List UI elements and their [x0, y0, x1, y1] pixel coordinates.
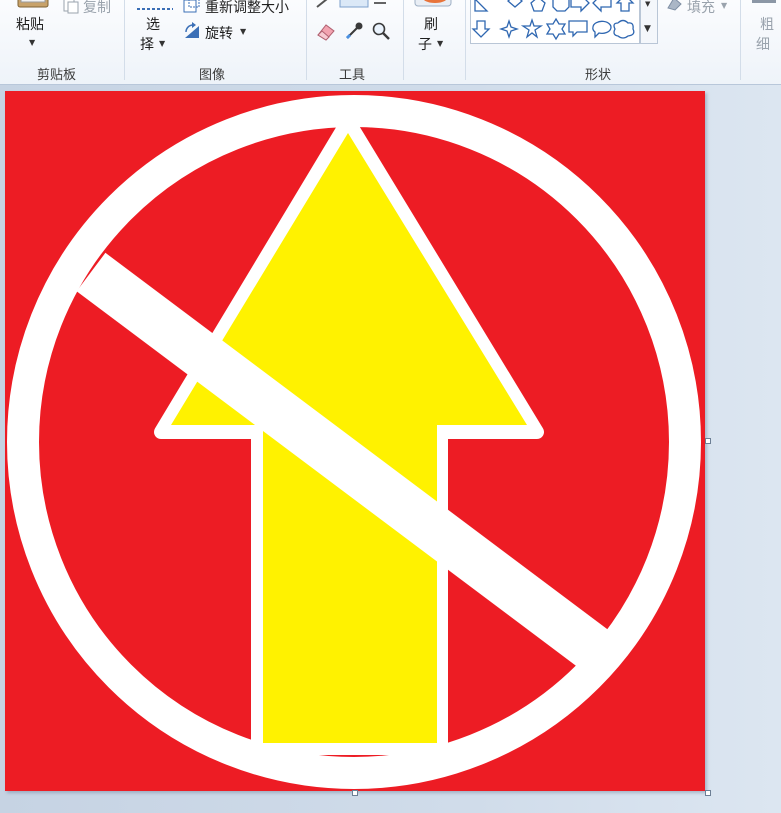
rectangular-callout-shape-icon	[568, 20, 588, 38]
oval-callout-shape-icon	[592, 20, 612, 39]
left-arrow-shape-icon	[592, 0, 612, 13]
gallery-up-caret[interactable]: ▼	[645, 0, 650, 8]
canvas-resize-handle-corner[interactable]	[705, 790, 711, 796]
size-button-line1[interactable]: 粗	[760, 14, 774, 34]
right-arrow-shape-icon	[570, 0, 590, 13]
fill-icon[interactable]	[664, 0, 684, 16]
fill-button[interactable]: 填充	[687, 0, 715, 17]
pencil-icon[interactable]	[315, 0, 331, 13]
five-point-star-shape-icon	[520, 17, 544, 39]
paste-icon[interactable]	[16, 0, 50, 13]
gallery-more-icon[interactable]: ▼	[644, 24, 651, 34]
text-tool-icon[interactable]	[372, 0, 388, 13]
size-button-line2[interactable]: 细	[756, 34, 770, 54]
canvas-resize-handle-right[interactable]	[705, 438, 711, 444]
six-point-star-shape-icon	[545, 17, 567, 41]
brush-dropdown-caret[interactable]: ▼	[437, 39, 443, 48]
copy-button[interactable]: 复制	[83, 0, 111, 17]
brush-icon[interactable]	[413, 0, 453, 12]
clipboard-group-label: 剪贴板	[37, 68, 77, 83]
image-group-label: 图像	[199, 68, 226, 83]
group-separator	[465, 0, 466, 80]
prohibition-sign-drawing	[5, 91, 705, 791]
group-separator	[740, 0, 741, 80]
size-icon[interactable]	[750, 0, 778, 13]
select-dropdown-caret[interactable]: ▼	[159, 39, 165, 48]
ribbon: 粘贴 ▼ 复制 剪贴板 选 择 ▼ 重新调整大小 旋转 ▼ 图像 工具 刷 子 …	[0, 0, 781, 85]
shapes-gallery-scrollbar[interactable]: ▼ ▼	[640, 0, 658, 44]
group-separator	[403, 0, 404, 80]
shapes-gallery[interactable]	[470, 0, 640, 44]
drawing-canvas[interactable]	[5, 91, 705, 791]
select-button-line2[interactable]: 择	[140, 34, 154, 54]
up-arrow-shape-icon	[615, 0, 635, 12]
group-separator	[124, 0, 125, 80]
eraser-icon[interactable]	[316, 21, 336, 45]
resize-icon[interactable]	[183, 0, 201, 18]
tools-group-label: 工具	[339, 68, 366, 83]
resize-button[interactable]: 重新调整大小	[205, 0, 289, 17]
paste-dropdown-caret[interactable]: ▼	[29, 38, 35, 47]
rotate-button[interactable]: 旋转	[205, 23, 233, 43]
canvas-resize-handle-bottom[interactable]	[352, 790, 358, 796]
shapes-group-label: 形状	[585, 68, 612, 83]
paste-button[interactable]: 粘贴	[16, 14, 44, 34]
brush-button-line1[interactable]: 刷	[424, 14, 438, 34]
brush-button-line2[interactable]: 子	[418, 34, 432, 54]
rotate-icon[interactable]	[183, 22, 201, 44]
right-triangle-shape-icon	[474, 0, 489, 12]
pentagon-shape-icon	[530, 0, 546, 12]
rotate-dropdown-caret[interactable]: ▼	[240, 27, 246, 36]
cloud-callout-shape-icon	[613, 19, 635, 39]
group-separator	[306, 0, 307, 80]
fill-tool-icon[interactable]	[339, 0, 369, 13]
copy-icon[interactable]	[63, 0, 79, 18]
hexagon-shape-icon	[552, 0, 570, 12]
four-point-star-shape-icon	[498, 18, 520, 40]
diamond-shape-icon	[507, 0, 523, 8]
select-button-line1[interactable]: 选	[146, 14, 160, 34]
fill-dropdown-caret[interactable]: ▼	[721, 1, 727, 10]
down-arrow-shape-icon	[471, 20, 491, 38]
color-picker-icon[interactable]	[344, 21, 364, 45]
magnifier-icon[interactable]	[371, 21, 391, 45]
